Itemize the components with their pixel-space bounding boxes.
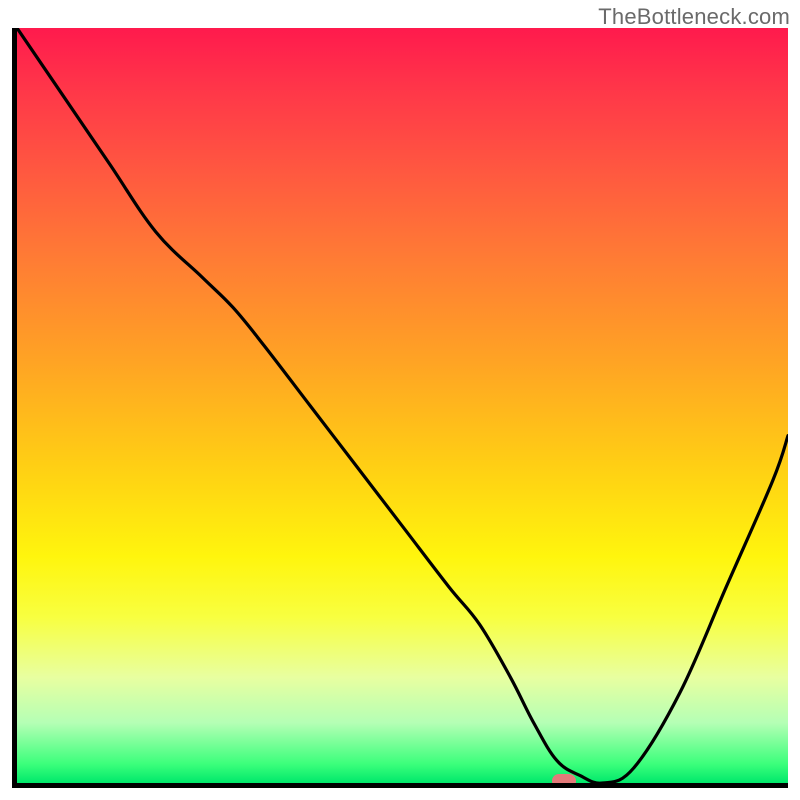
bottleneck-curve — [17, 28, 788, 783]
plot-area — [12, 28, 788, 788]
watermark-text: TheBottleneck.com — [598, 4, 790, 30]
optimal-marker — [552, 774, 576, 788]
chart-container: TheBottleneck.com — [0, 0, 800, 800]
